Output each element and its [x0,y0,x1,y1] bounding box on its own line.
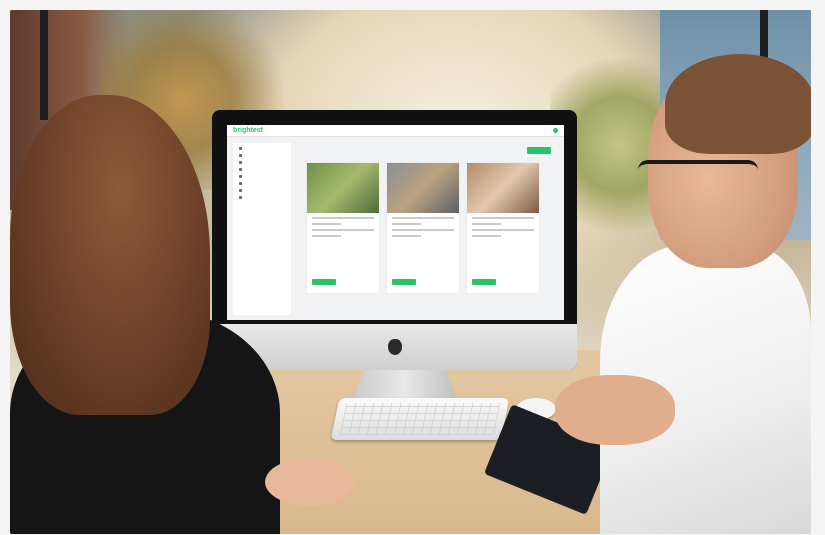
keyboard [330,398,510,440]
card-button [392,279,416,285]
sidebar-item [239,154,285,157]
card-text-line [392,229,454,231]
project-card [467,163,539,293]
monitor: brightest [212,110,577,370]
menu-icon [239,196,242,199]
card-button [472,279,496,285]
card-text-line [392,223,421,225]
menu-icon [239,168,242,171]
sidebar-item [239,168,285,171]
card-text-line [312,235,341,237]
screen-sidebar [233,143,291,315]
card-image [387,163,459,213]
woman-hand [265,458,355,506]
man-hair [665,54,811,154]
monitor-screen: brightest [227,125,564,320]
woman-hair [10,95,210,415]
menu-icon [239,175,242,178]
avatar-icon [553,128,558,133]
sidebar-item [239,161,285,164]
keyboard-keys [339,403,501,435]
monitor-chin [212,324,577,370]
card-text-line [472,229,534,231]
card-text-line [392,217,454,219]
card-text-line [312,217,374,219]
apple-logo-icon [387,339,402,355]
project-card [387,163,459,293]
screen-main [301,143,559,315]
card-text-line [312,223,341,225]
screen-cards [307,163,539,293]
create-button [527,147,551,154]
photo: brightest [10,10,811,534]
card-text-line [472,235,501,237]
screen-topbar-right [553,128,558,133]
menu-icon [239,147,242,150]
sidebar-item [239,196,285,199]
menu-icon [239,182,242,185]
screen-logo: brightest [233,127,263,134]
card-text-line [472,217,534,219]
card-image [307,163,379,213]
sidebar-item [239,147,285,150]
card-text-line [472,223,501,225]
card-button [312,279,336,285]
screen-topbar: brightest [227,125,564,137]
project-card [307,163,379,293]
menu-icon [239,189,242,192]
man-arm [555,375,675,445]
sidebar-item [239,182,285,185]
menu-icon [239,161,242,164]
card-image [467,163,539,213]
menu-icon [239,154,242,157]
sidebar-item [239,175,285,178]
window-mullion-left [40,10,48,120]
card-text-line [312,229,374,231]
card-text-line [392,235,421,237]
man-glasses [638,160,758,198]
sidebar-item [239,189,285,192]
